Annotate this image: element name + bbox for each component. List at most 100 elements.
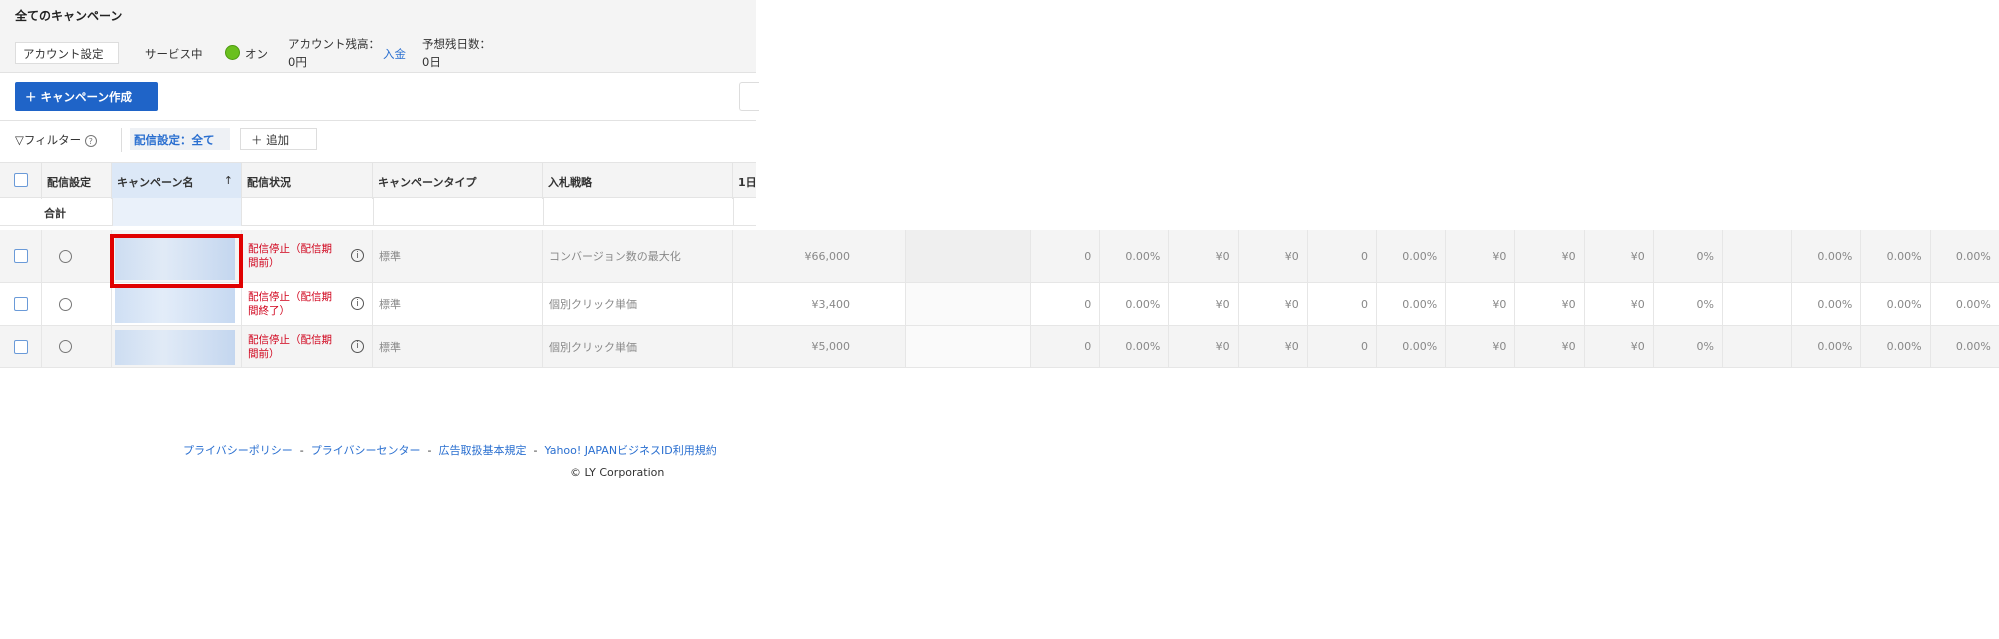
info-icon[interactable]: i <box>351 297 364 310</box>
redacted-cell <box>906 326 1031 367</box>
metric-cell: 0 <box>1031 230 1101 282</box>
total-label: 合計 <box>44 207 66 220</box>
metric-cell: 0.00% <box>1377 283 1447 325</box>
metric-cell: 0.00% <box>1931 283 1999 325</box>
metric-cell: 0% <box>1654 230 1723 282</box>
service-label: サービス中 <box>145 47 203 61</box>
delivery-status: 配信停止（配信期間前） <box>248 333 332 360</box>
campaign-name-cell[interactable] <box>112 326 242 367</box>
col-bid-strategy[interactable]: 入札戦略 <box>543 163 733 199</box>
delivery-radio[interactable] <box>59 249 72 263</box>
metric-cell: 0.00% <box>1931 326 1999 367</box>
balance-label: アカウント残高： <box>288 37 380 51</box>
info-icon[interactable]: i <box>351 339 364 353</box>
row-select-cell <box>0 283 42 325</box>
col-delivery-setting[interactable]: 配信設定 <box>42 163 112 199</box>
metric-cell: 0.00% <box>1100 283 1170 325</box>
campaign-name-cell[interactable] <box>112 283 242 325</box>
account-settings-button[interactable]: アカウント設定 <box>15 42 119 64</box>
metric-cell: 0.00% <box>1861 283 1931 325</box>
col-daily-budget[interactable]: 1日 <box>733 163 773 199</box>
metric-cell: 0 <box>1308 283 1377 325</box>
total-name-cell <box>112 198 242 226</box>
days-value: 0日 <box>422 55 441 69</box>
add-label: 追加 <box>266 133 290 147</box>
metric-cell: 0% <box>1654 326 1723 367</box>
total-row: 合計 <box>0 198 756 226</box>
delivery-radio[interactable] <box>59 340 72 353</box>
metric-cell: 0.00% <box>1100 230 1170 282</box>
page-title: 全てのキャンペーン <box>15 9 123 23</box>
col-campaign-name[interactable]: キャンペーン名 ↑ <box>112 163 242 199</box>
balance-value: 0円 <box>288 55 307 69</box>
create-label: キャンペーン作成 <box>40 90 132 104</box>
metric-cell <box>1723 283 1793 325</box>
table-header: 配信設定 キャンペーン名 ↑ 配信状況 キャンペーンタイプ 入札戦略 1日 <box>0 162 757 199</box>
add-filter-button[interactable]: ＋ 追加 <box>240 128 317 150</box>
metric-cell: ¥0 <box>1585 230 1654 282</box>
strategy-cell: コンバージョン数の最大化 <box>543 230 733 282</box>
budget-cell: ¥5,000 <box>733 326 906 367</box>
privacy-policy-link[interactable]: プライバシーポリシー <box>183 444 293 457</box>
sort-asc-icon[interactable]: ↑ <box>224 174 233 187</box>
filter-button[interactable]: ▽フィルター ? <box>15 132 97 148</box>
col-delivery-status[interactable]: 配信状況 <box>242 163 373 199</box>
type-cell: 標準 <box>373 230 543 282</box>
metric-cell: 0.00% <box>1792 326 1862 367</box>
metric-cell: 0.00% <box>1377 326 1447 367</box>
metric-cell: ¥0 <box>1239 230 1308 282</box>
table-row: 配信停止（配信期間終了） i 標準 個別クリック単価 ¥3,400 0 0.00% ¥0 ¥0 0… <box>0 283 1999 326</box>
redacted-name <box>115 330 235 365</box>
row-checkbox[interactable] <box>14 249 28 263</box>
funnel-icon: ▽ <box>15 133 24 147</box>
metric-cell: 0 <box>1308 230 1377 282</box>
metric-cell: ¥0 <box>1169 326 1239 367</box>
plus-icon: ＋ <box>251 133 263 147</box>
row-checkbox[interactable] <box>14 297 28 311</box>
business-id-terms-link[interactable]: Yahoo! JAPANビジネスID利用規約 <box>545 444 717 457</box>
status-cell: 配信停止（配信期間終了） i <box>242 283 373 325</box>
divider <box>121 128 122 152</box>
select-all-cell <box>0 163 42 199</box>
redacted-name <box>115 287 235 323</box>
metric-cell: 0.00% <box>1792 230 1862 282</box>
metric-cell: ¥0 <box>1239 283 1308 325</box>
budget-cell: ¥66,000 <box>733 230 906 282</box>
row-select-cell <box>0 326 42 367</box>
select-all-checkbox[interactable] <box>14 173 28 187</box>
help-icon[interactable]: ? <box>84 135 97 147</box>
filter-chip[interactable]: 配信設定：全て <box>130 128 230 150</box>
row-select-cell <box>0 230 42 282</box>
redacted-cell <box>906 230 1031 282</box>
plus-icon: ＋ <box>25 90 37 104</box>
metric-cell: ¥0 <box>1515 326 1585 367</box>
type-cell: 標準 <box>373 326 543 367</box>
create-campaign-button[interactable]: ＋ キャンペーン作成 <box>15 82 158 111</box>
metric-cell: 0.00% <box>1931 230 1999 282</box>
status-on-icon <box>225 45 240 60</box>
info-icon[interactable]: i <box>351 249 364 262</box>
metric-cell: 0.00% <box>1377 230 1447 282</box>
search-input[interactable] <box>739 82 759 111</box>
filter-label: フィルター <box>23 133 82 147</box>
metric-cell: ¥0 <box>1169 283 1239 325</box>
privacy-center-link[interactable]: プライバシーセンター <box>311 444 421 457</box>
row-checkbox[interactable] <box>14 339 28 354</box>
metric-cell: ¥0 <box>1169 230 1239 282</box>
metric-cell: ¥0 <box>1239 326 1308 367</box>
metric-cell <box>1723 326 1793 367</box>
divider <box>0 120 756 121</box>
sep: - <box>427 444 432 457</box>
ad-terms-link[interactable]: 広告取扱基本規定 <box>439 444 527 457</box>
delivery-radio[interactable] <box>59 297 72 311</box>
metric-cell: 0 <box>1031 326 1101 367</box>
strategy-cell: 個別クリック単価 <box>543 326 733 367</box>
col-campaign-type[interactable]: キャンペーンタイプ <box>373 163 543 199</box>
deposit-link[interactable]: 入金 <box>383 46 406 62</box>
metric-cell: 0.00% <box>1100 326 1170 367</box>
status-cell: 配信停止（配信期間前） i <box>242 230 373 282</box>
delivery-toggle-cell <box>42 326 112 367</box>
sep: - <box>299 444 304 457</box>
metric-cell: 0.00% <box>1861 326 1931 367</box>
metric-cell: ¥0 <box>1585 326 1654 367</box>
